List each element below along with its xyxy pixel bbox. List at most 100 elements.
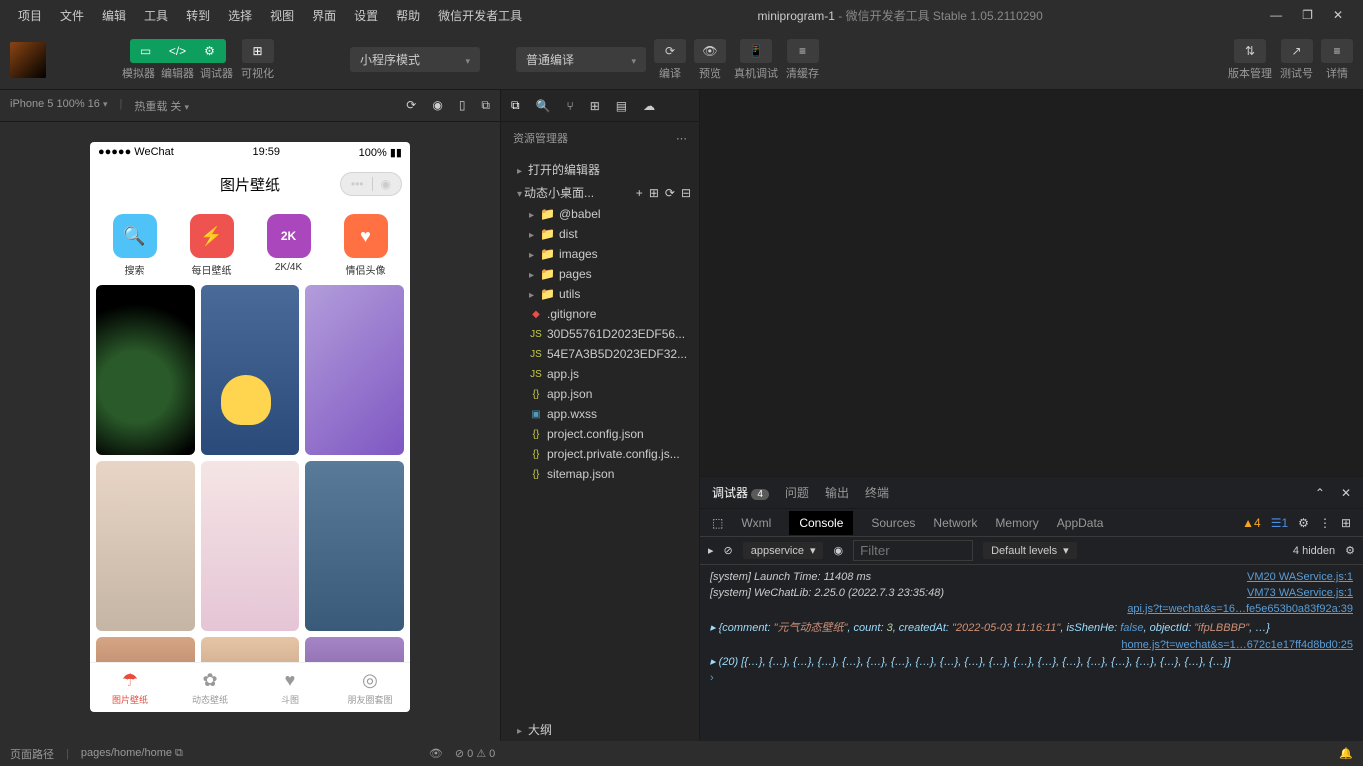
device-selector[interactable]: iPhone 5 100% 16 xyxy=(10,98,108,114)
icon-2k4k[interactable]: 2K2K/4K xyxy=(256,214,321,277)
version-mgmt-button[interactable]: ⇅ xyxy=(1234,39,1266,63)
menu-edit[interactable]: 编辑 xyxy=(94,3,134,28)
visibility-icon[interactable]: 👁 xyxy=(429,747,443,760)
file-item[interactable]: {} project.config.json xyxy=(513,424,699,444)
wallpaper-item[interactable] xyxy=(96,637,195,662)
tab-moments[interactable]: ◎朋友圈套图 xyxy=(330,663,410,712)
tab-appdata[interactable]: AppData xyxy=(1057,516,1104,530)
console-prompt[interactable]: › xyxy=(700,670,1363,686)
tab-memory[interactable]: Memory xyxy=(995,516,1038,530)
mode-dropdown[interactable]: 小程序模式 xyxy=(350,47,480,72)
menu-select[interactable]: 选择 xyxy=(220,3,260,28)
new-file-icon[interactable]: + xyxy=(636,186,643,200)
float-icon[interactable]: ⧉ xyxy=(481,98,490,113)
tab-sources[interactable]: Sources xyxy=(871,516,915,530)
outline-section[interactable]: 大纲 xyxy=(501,718,699,741)
menu-view[interactable]: 视图 xyxy=(262,3,302,28)
close-icon[interactable]: ✕ xyxy=(1333,8,1343,22)
menu-wxdevtools[interactable]: 微信开发者工具 xyxy=(430,3,530,28)
collapse-icon[interactable]: ⊟ xyxy=(681,186,691,200)
refresh-icon[interactable]: ⟳ xyxy=(406,98,416,113)
outer-tab-problems[interactable]: 问题 xyxy=(785,478,809,507)
menu-interface[interactable]: 界面 xyxy=(304,3,344,28)
file-item[interactable]: {} project.private.config.js... xyxy=(513,444,699,464)
file-item[interactable]: {} sitemap.json xyxy=(513,464,699,484)
notification-icon[interactable]: 🔔 xyxy=(1339,747,1353,760)
folder-images[interactable]: 📁 images xyxy=(513,244,699,264)
wallpaper-item[interactable] xyxy=(305,637,404,662)
record-icon[interactable]: ◉ xyxy=(432,98,442,113)
folder-dist[interactable]: 📁 dist xyxy=(513,224,699,244)
context-select[interactable]: appservice ▾ xyxy=(743,542,824,559)
preview-button[interactable]: 👁 xyxy=(694,39,726,63)
explorer-tab-files[interactable]: ⧉ xyxy=(511,98,520,113)
tab-network[interactable]: Network xyxy=(933,516,977,530)
console-line[interactable]: home.js?t=wechat&s=1…672c1e17ff4d8bd0:25 xyxy=(700,637,1363,653)
explorer-more-icon[interactable]: ⋯ xyxy=(676,132,687,145)
folder-utils[interactable]: 📁 utils xyxy=(513,284,699,304)
console-toggle-icon[interactable]: ▸ xyxy=(708,544,714,557)
page-path[interactable]: pages/home/home ⧉ xyxy=(81,747,183,760)
visualize-button[interactable]: ⊞ xyxy=(242,39,274,63)
wallpaper-item[interactable] xyxy=(305,285,404,455)
editors-section[interactable]: 打开的编辑器 xyxy=(501,158,699,181)
tab-dynamic[interactable]: ✿动态壁纸 xyxy=(170,663,250,712)
wallpaper-item[interactable] xyxy=(96,285,195,455)
console-line[interactable]: ▸ {comment: "元气动态壁纸", count: 3, createdA… xyxy=(700,617,1363,637)
settings-icon[interactable]: ⚙ xyxy=(1298,516,1309,530)
levels-select[interactable]: Default levels ▾ xyxy=(983,542,1077,559)
console-line[interactable]: [system] WeChatLib: 2.25.0 (2022.7.3 23:… xyxy=(700,585,1363,601)
clear-console-icon[interactable]: ⊘ xyxy=(724,544,733,557)
tab-wallpaper[interactable]: ☂图片壁纸 xyxy=(90,663,170,712)
icon-couple[interactable]: ♥情侣头像 xyxy=(333,214,398,277)
dock-icon[interactable]: ⊞ xyxy=(1341,516,1351,530)
outer-tab-terminal[interactable]: 终端 xyxy=(865,478,889,507)
hotreload-selector[interactable]: 热重载 关 xyxy=(134,98,189,114)
more-icon[interactable]: ⋮ xyxy=(1319,516,1331,530)
chevron-up-icon[interactable]: ⌃ xyxy=(1315,486,1325,500)
wallpaper-item[interactable] xyxy=(201,461,300,631)
menu-file[interactable]: 文件 xyxy=(52,3,92,28)
wallpaper-item[interactable] xyxy=(305,461,404,631)
compile-mode-dropdown[interactable]: 普通编译 xyxy=(516,47,646,72)
file-item[interactable]: ▣ app.wxss xyxy=(513,404,699,424)
wallpaper-item[interactable] xyxy=(201,285,300,455)
clear-cache-button[interactable]: ≡ xyxy=(787,39,819,63)
file-item[interactable]: JS 54E7A3B5D2023EDF32... xyxy=(513,344,699,364)
outer-tab-output[interactable]: 输出 xyxy=(825,478,849,507)
outer-tab-debugger[interactable]: 调试器 4 xyxy=(712,478,769,507)
menu-project[interactable]: 项目 xyxy=(10,3,50,28)
wallpaper-item[interactable] xyxy=(96,461,195,631)
device-icon[interactable]: ▯ xyxy=(459,98,466,113)
remote-debug-button[interactable]: 📱 xyxy=(740,39,772,63)
phone-simulator[interactable]: ●●●●● WeChat 19:59 100% ▮▮ 图片壁纸 •••◉ 🔍搜索… xyxy=(90,142,410,712)
tab-wxml[interactable]: Wxml xyxy=(741,516,771,530)
details-button[interactable]: ≡ xyxy=(1321,39,1353,63)
error-warning-count[interactable]: ⊘ 0 ⚠ 0 xyxy=(455,747,495,760)
filter-input[interactable] xyxy=(853,540,973,561)
eye-icon[interactable]: ◉ xyxy=(833,544,843,557)
inspect-icon[interactable]: ⬚ xyxy=(712,516,723,530)
icon-search[interactable]: 🔍搜索 xyxy=(102,214,167,277)
minimize-icon[interactable]: — xyxy=(1270,8,1282,22)
capsule-button[interactable]: •••◉ xyxy=(340,172,402,196)
wallpaper-item[interactable] xyxy=(201,637,300,662)
console-settings-icon[interactable]: ⚙ xyxy=(1345,544,1355,557)
console-line[interactable]: [system] Launch Time: 11408 msVM20 WASer… xyxy=(700,569,1363,585)
debugger-toggle[interactable]: ⚙ xyxy=(194,39,226,63)
avatar[interactable] xyxy=(10,42,46,78)
explorer-tab-db[interactable]: ▤ xyxy=(616,99,627,113)
explorer-tab-search[interactable]: 🔍 xyxy=(536,99,551,113)
folder-@babel[interactable]: 📁 @babel xyxy=(513,204,699,224)
devtools-close-icon[interactable]: ✕ xyxy=(1341,486,1351,500)
file-item[interactable]: ◆ .gitignore xyxy=(513,304,699,324)
explorer-tab-cloud[interactable]: ☁ xyxy=(643,99,655,113)
explorer-tab-ext[interactable]: ⊞ xyxy=(590,99,600,113)
test-account-button[interactable]: ↗ xyxy=(1281,39,1313,63)
file-item[interactable]: {} app.json xyxy=(513,384,699,404)
menu-tools[interactable]: 工具 xyxy=(136,3,176,28)
new-folder-icon[interactable]: ⊞ xyxy=(649,186,659,200)
file-item[interactable]: JS 30D55761D2023EDF56... xyxy=(513,324,699,344)
tab-console[interactable]: Console xyxy=(789,511,853,535)
compile-button[interactable]: ⟳ xyxy=(654,39,686,63)
